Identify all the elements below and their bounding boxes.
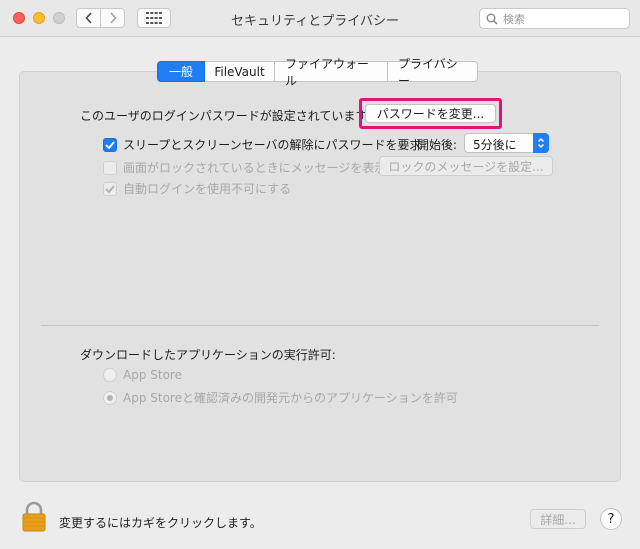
require-password-label: スリープとスクリーンセーバの解除にパスワードを要求 [123, 138, 422, 152]
require-password-checkbox[interactable] [103, 137, 117, 152]
lock-instruction-text: 変更するにはカギをクリックします。 [59, 516, 262, 530]
identified-developers-label: App Storeと確認済みの開発元からのアプリケーションを許可 [123, 391, 458, 405]
help-button[interactable]: ? [600, 508, 622, 530]
search-icon [486, 13, 498, 25]
grid-icon [146, 12, 162, 24]
show-message-row: 画面がロックされているときにメッセージを表示 [103, 159, 386, 176]
search-placeholder: 検索 [503, 12, 525, 26]
checkmark-icon [105, 184, 115, 193]
chevron-right-icon [109, 12, 117, 24]
disable-autologin-checkbox[interactable] [103, 181, 117, 196]
app-store-radio[interactable] [103, 368, 117, 382]
tab-firewall[interactable]: ファイアウォール [275, 57, 388, 88]
tab-general[interactable]: 一般 [157, 61, 205, 82]
require-password-row: スリープとスクリーンセーバの解除にパスワードを要求 [103, 136, 422, 153]
close-window-button[interactable] [13, 12, 25, 24]
password-status-label: このユーザのログインパスワードが設定されています [80, 109, 368, 123]
download-permission-label: ダウンロードしたアプリケーションの実行許可: [80, 348, 336, 362]
tab-privacy[interactable]: プライバシー [388, 57, 478, 88]
start-after-value: 5分後に [473, 138, 517, 152]
app-store-label: App Store [123, 368, 182, 382]
radio-row-identified-devs: App Storeと確認済みの開発元からのアプリケーションを許可 [103, 389, 458, 406]
search-field[interactable]: 検索 [479, 8, 630, 29]
advanced-button[interactable]: 詳細... [530, 509, 586, 529]
checkmark-icon [105, 140, 115, 149]
back-button[interactable] [76, 8, 101, 28]
select-arrows-icon [533, 133, 549, 153]
section-divider [41, 325, 599, 326]
title-bar: セキュリティとプライバシー 検索 [0, 0, 640, 37]
start-after-select[interactable]: 5分後に [464, 133, 549, 153]
radio-row-app-store: App Store [103, 368, 182, 382]
tab-filevault[interactable]: FileVault [205, 61, 275, 82]
minimize-window-button[interactable] [33, 12, 45, 24]
start-after-label: 開始後: [417, 138, 458, 152]
show-message-checkbox[interactable] [103, 160, 117, 175]
window-title: セキュリティとプライバシー [231, 14, 399, 29]
preferences-window: セキュリティとプライバシー 検索 一般 FileVault ファイアウォール プ… [0, 0, 640, 549]
set-lock-message-button[interactable]: ロックのメッセージを設定... [379, 156, 553, 176]
chevron-left-icon [84, 12, 92, 24]
lock-icon[interactable] [22, 501, 46, 532]
tab-bar: 一般 FileVault ファイアウォール プライバシー [157, 57, 478, 88]
show-all-button[interactable] [137, 8, 171, 28]
disable-autologin-label: 自動ログインを使用不可にする [123, 182, 292, 196]
forward-button[interactable] [100, 8, 125, 28]
change-password-button[interactable]: パスワードを変更... [365, 104, 496, 123]
identified-developers-radio[interactable] [103, 390, 117, 405]
show-message-label: 画面がロックされているときにメッセージを表示 [123, 161, 387, 175]
maximize-window-button[interactable] [53, 12, 65, 24]
disable-autologin-row: 自動ログインを使用不可にする [103, 180, 291, 197]
